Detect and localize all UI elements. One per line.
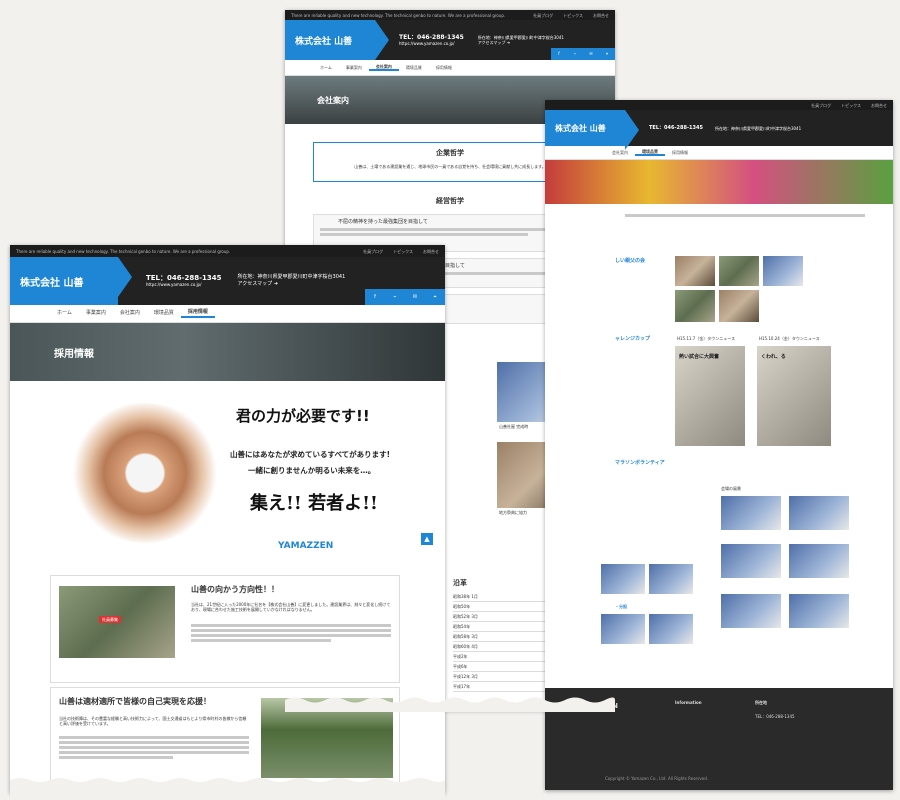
hero-line1: 山善にはあなたが求めているすべてがあります! (230, 450, 391, 459)
scroll-top-button[interactable]: ▲ (421, 533, 433, 545)
tagline: There are reliable quality and new techn… (291, 12, 506, 18)
photo-marathon-9 (721, 594, 781, 628)
self-realization-body: 当社の技術陣は、その豊富な経験と高い技術力によって、国土交通省はもとより県市町村… (59, 716, 247, 726)
hands-image (70, 403, 220, 543)
hero-slogan: 集え!! 若者よ!! (250, 493, 378, 514)
rss-icon[interactable]: ⌁ (567, 48, 583, 60)
access-link[interactable]: アクセスマップ ➜ (238, 281, 346, 288)
map-pin-icon[interactable]: ⌖ (599, 48, 615, 60)
section-title-father: しい親父の会 (615, 258, 646, 264)
page-banner: 採用情報 (10, 323, 445, 381)
facebook-icon[interactable]: f (365, 289, 385, 305)
top-bar: 社員ブログ トピックス お問合せ (545, 100, 893, 110)
photo-marathon-7 (601, 614, 645, 644)
direction-title: 山善の向かう方向性！！ (191, 585, 279, 594)
history-title: 沿革 (453, 579, 467, 587)
section-title-cup: ャレンジカップ (615, 336, 651, 342)
section-title-marathon: マラソンボランティア (615, 460, 665, 466)
photo-marathon-4 (789, 544, 849, 578)
link-topics[interactable]: トピックス (563, 13, 583, 18)
header: 株式会社 山善 TEL：046-288-1345 所在地：神奈川県愛甲郡愛川町中… (545, 110, 893, 150)
photo-field-1 (675, 256, 715, 286)
photo-marathon-2 (789, 496, 849, 530)
self-realization-section: 山善は適材適所で皆様の自己実現を応援！ 当社の技術陣は、その豊富な経験と高い技術… (50, 687, 400, 793)
facebook-icon[interactable]: f (551, 48, 567, 60)
flower-banner (545, 160, 893, 204)
photo-trees (261, 698, 393, 778)
photo-field-3 (763, 256, 803, 286)
nav-environment[interactable]: 環境品質 (147, 310, 181, 317)
url: https://www.yamazen.co.jp/ (146, 282, 202, 287)
hero-headline: 君の力が必要です!! (236, 407, 370, 425)
page-title: 採用情報 (54, 348, 94, 360)
hero-logo: YAMAZZEN (278, 541, 334, 551)
footer-logo: YAMAZZEN (575, 702, 618, 710)
link-contact[interactable]: お問合せ (593, 13, 609, 18)
environment-page-screenshot: 社員ブログ トピックス お問合せ 株式会社 山善 TEL：046-288-1345 … (545, 100, 893, 790)
hero: 君の力が必要です!! 山善にはあなたが求めているすべてがあります! 一緒に創りま… (10, 381, 445, 571)
photo-marathon-8 (649, 614, 693, 644)
nav-business[interactable]: 事業案内 (79, 310, 113, 317)
page-title: 会社案内 (317, 95, 349, 105)
direction-section: 社員募集 山善の向かう方向性！！ 当社は、21世紀に入った2000年に社名を【株… (50, 575, 400, 683)
nav-company[interactable]: 会社案内 (368, 64, 399, 71)
link-blog[interactable]: 社員ブログ (533, 13, 553, 18)
header: 株式会社 山善 TEL：046-288-1345 https://www.yam… (10, 257, 445, 305)
phone: TEL：046-288-1345 (399, 34, 464, 41)
nav-home[interactable]: ホーム (313, 65, 339, 70)
phone: TEL：046-288-1345 (146, 274, 222, 282)
mail-icon[interactable]: ✉ (405, 289, 425, 305)
photo-marathon-3 (721, 544, 781, 578)
footer: YAMAZZEN Information 所在地 TEL：046-288-134… (545, 688, 893, 790)
nav: 会社案内 環境品質 採用情報 (545, 146, 893, 160)
logo[interactable]: 株式会社 山善 (285, 20, 389, 60)
logo[interactable]: 株式会社 山善 (10, 257, 132, 305)
self-realization-title: 山善は適材適所で皆様の自己実現を応援！ (59, 697, 211, 706)
header: 株式会社 山善 TEL：046-288-1345 https://www.yam… (285, 20, 615, 60)
nav: ホーム 事業案内 会社案内 環境品質 採用情報 (10, 305, 445, 323)
nav-recruit[interactable]: 採用情報 (429, 65, 459, 70)
photo-marathon-10 (789, 594, 849, 628)
access-link[interactable]: アクセスマップ ➜ (478, 40, 564, 45)
photo-field-4 (675, 290, 715, 322)
photo-recruit-sign: 社員募集 (59, 586, 175, 658)
photo-marathon-1 (721, 496, 781, 530)
nav-company[interactable]: 会社案内 (113, 310, 147, 317)
rss-icon[interactable]: ⌁ (385, 289, 405, 305)
recruit-page-screenshot: There are reliable quality and new techn… (10, 245, 445, 793)
nav-environment[interactable]: 環境品質 (399, 65, 429, 70)
address: 所在地：神奈川県愛甲郡愛川町中津字桜台3041 (237, 274, 346, 280)
mail-icon[interactable]: ✉ (583, 48, 599, 60)
nav-recruit[interactable]: 採用情報 (180, 309, 215, 318)
photo-field-5 (719, 290, 759, 322)
nav-home[interactable]: ホーム (50, 310, 79, 317)
nav-business[interactable]: 事業案内 (339, 65, 369, 70)
map-pin-icon[interactable]: ⌖ (425, 289, 445, 305)
news-clipping-2: くわれ、る (757, 346, 831, 446)
photo-field-2 (719, 256, 759, 286)
photo-marathon-6 (649, 564, 693, 594)
url: https://www.yamazen.co.jp/ (399, 41, 455, 46)
logo[interactable]: 株式会社 山善 (545, 110, 639, 150)
copyright: Copyright © Yamazen Co., Ltd. All Rights… (605, 776, 709, 781)
photo-marathon-5 (601, 564, 645, 594)
top-bar: There are reliable quality and new techn… (10, 245, 445, 257)
social-bar: f ⌁ ✉ ⌖ (551, 48, 615, 60)
top-bar: There are reliable quality and new techn… (285, 10, 615, 20)
news-clipping-1: 熱い試合に大興奮 (675, 346, 745, 446)
direction-body: 当社は、21世紀に入った2000年に社名を【株式会社山善】に変更しました。建設業… (191, 602, 391, 612)
hero-line2: 一緒に創りませんか明るい未来を…。 (248, 466, 376, 475)
nav: ホーム 事業案内 会社案内 環境品質 採用情報 (285, 60, 615, 76)
social-bar: f ⌁ ✉ ⌖ (365, 289, 445, 305)
